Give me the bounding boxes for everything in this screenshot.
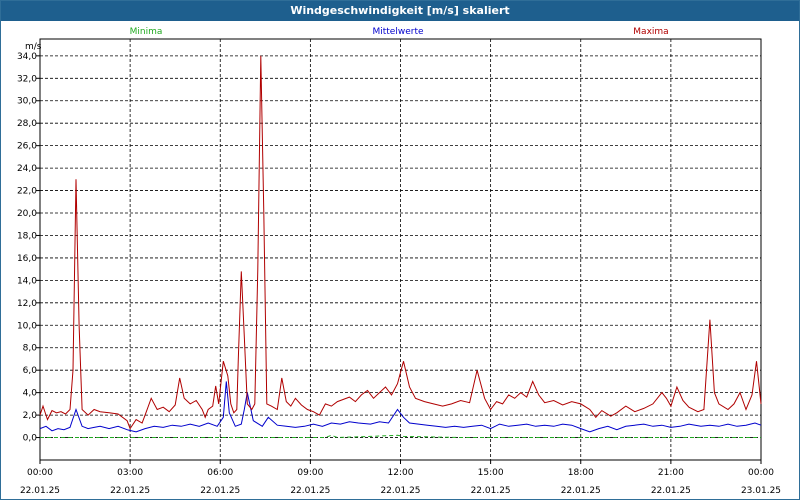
y-tick-label: 18,0 [17,231,37,241]
y-tick-label: 26,0 [17,142,37,152]
x-tick-time: 06:00 [207,468,233,478]
y-tick-label: 34,0 [17,52,37,62]
x-tick-time: 03:00 [117,468,143,478]
y-tick-label: 30,0 [17,97,37,107]
x-tick-date: 22.01.25 [20,486,60,496]
y-tick-label: 12,0 [17,299,37,309]
x-tick-time: 18:00 [568,468,594,478]
x-tick-time: 12:00 [388,468,414,478]
y-tick-label: 32,0 [17,74,37,84]
y-axis-ticks: 0,0 2,0 4,0 6,0 8,0 10,0 12,0 14,0 16,0 18,0 20,0 2… [17,52,40,444]
y-tick-label: 28,0 [17,119,37,129]
x-tick-date: 22.01.25 [651,486,691,496]
y-tick-label: 22,0 [17,187,37,197]
chart-window: Windgeschwindigkeit [m/s] skaliert m/s 0… [0,0,800,500]
chart: m/s 0,0 2,0 4,0 6,0 8,0 10,0 12,0 14,0 16,0 18,0 2… [17,27,781,496]
x-tick-date: 22.01.25 [471,486,511,496]
y-tick-label: 20,0 [17,209,37,219]
x-tick-date: 22.01.25 [200,486,240,496]
y-tick-label: 4,0 [23,389,38,399]
y-tick-label: 8,0 [23,344,38,354]
y-tick-label: 2,0 [23,411,38,421]
y-axis-label: m/s [25,42,42,52]
legend: Minima Mittelwerte Maxima [130,27,669,37]
legend-minima: Minima [130,27,163,37]
x-tick-date: 22.01.25 [561,486,601,496]
x-tick-date: 23.01.25 [741,486,781,496]
x-tick-time: 00:00 [748,468,774,478]
y-tick-label: 6,0 [23,366,38,376]
y-tick-label: 24,0 [17,164,37,174]
x-tick-date: 22.01.25 [380,486,420,496]
legend-maxima: Maxima [633,27,668,37]
x-tick-time: 09:00 [297,468,323,478]
y-tick-label: 10,0 [17,321,37,331]
window-title: Windgeschwindigkeit [m/s] skaliert [1,1,799,21]
y-tick-label: 0,0 [23,434,38,444]
y-tick-label: 14,0 [17,276,37,286]
x-tick-time: 00:00 [27,468,53,478]
x-tick-time: 21:00 [658,468,684,478]
legend-mittelwerte: Mittelwerte [372,27,423,37]
x-axis-ticks: 00:00 22.01.25 03:00 22.01.25 06:00 22.01.25 0… [20,460,781,496]
x-tick-date: 22.01.25 [110,486,150,496]
x-tick-time: 15:00 [478,468,504,478]
x-tick-date: 22.01.25 [290,486,330,496]
y-tick-label: 16,0 [17,254,37,264]
